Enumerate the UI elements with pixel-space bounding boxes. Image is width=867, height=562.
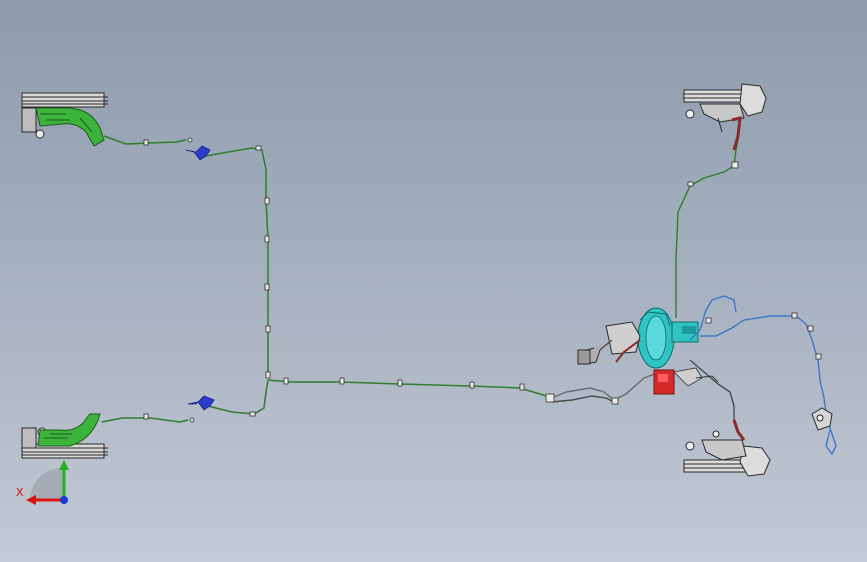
coordinate-triad: X: [16, 460, 69, 505]
front-left-flex-hose: [731, 116, 742, 151]
brake-system-assembly[interactable]: X: [0, 0, 867, 562]
origin-dot-icon: [60, 496, 68, 504]
abs-hydraulic-unit[interactable]: [653, 367, 719, 395]
rear-flex-hoses: [185, 137, 215, 423]
front-left-brake-assembly[interactable]: [683, 83, 767, 151]
front-right-brake-assembly[interactable]: [683, 419, 771, 477]
axis-x-label: X: [16, 486, 24, 499]
front-right-flex-hose: [732, 419, 746, 441]
rear-right-brake-assembly[interactable]: [21, 413, 108, 459]
cad-viewport[interactable]: X: [0, 0, 867, 562]
brake-booster-master-cylinder[interactable]: [577, 307, 699, 369]
line-clips: [143, 139, 525, 420]
brake-pedal-bracket: [577, 321, 641, 365]
rear-left-brake-assembly[interactable]: [21, 92, 108, 147]
front-brake-lines[interactable]: [551, 139, 739, 420]
wheel-speed-sensor-harness[interactable]: [689, 295, 837, 456]
wheel-speed-sensor-knuckle: [811, 407, 833, 431]
sensor-clips: [705, 312, 822, 360]
rear-brake-lines[interactable]: [101, 135, 553, 423]
front-fittings: [545, 161, 739, 405]
rear-right-caliper-bracket: [37, 413, 101, 447]
